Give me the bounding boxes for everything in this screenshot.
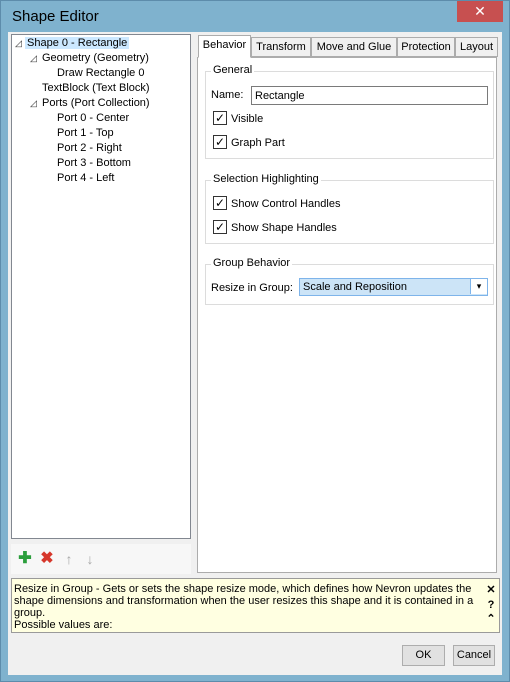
help-text: Resize in Group - Gets or sets the shape… xyxy=(14,583,476,631)
tree-node-draw-rectangle[interactable]: Draw Rectangle 0 xyxy=(55,67,146,80)
tab-move-and-glue[interactable]: Move and Glue xyxy=(311,37,397,57)
tree-node-label: TextBlock (Text Block) xyxy=(42,82,150,94)
move-down-icon[interactable]: ↓ xyxy=(81,550,99,568)
tree-node-shape[interactable]: ◿ Shape 0 - Rectangle xyxy=(15,37,130,50)
graph-part-label: Graph Part xyxy=(231,137,285,149)
tab-layout[interactable]: Layout xyxy=(455,37,498,57)
tab-behavior[interactable]: Behavior xyxy=(198,35,251,58)
show-control-handles-label: Show Control Handles xyxy=(231,198,341,210)
tree-node-port-0[interactable]: Port 0 - Center xyxy=(55,112,131,125)
add-icon[interactable]: ✚ xyxy=(16,550,34,568)
move-up-icon[interactable]: ↑ xyxy=(60,550,78,568)
general-group: General Name: ✓ Visible ✓ Graph Part xyxy=(205,64,494,159)
tree-node-textblock[interactable]: TextBlock (Text Block) xyxy=(40,82,152,95)
visible-label: Visible xyxy=(231,113,264,125)
graph-part-checkbox[interactable]: ✓ xyxy=(213,135,227,149)
resize-in-group-value: Scale and Reposition xyxy=(303,281,407,293)
name-label: Name: xyxy=(211,89,244,101)
shape-tree[interactable]: ◿ Shape 0 - Rectangle ◿ Geometry (Geometry… xyxy=(11,34,191,539)
selection-group-title: Selection Highlighting xyxy=(211,173,321,185)
tree-node-label: Port 1 - Top xyxy=(57,127,114,139)
tree-node-ports[interactable]: ◿ Ports (Port Collection) xyxy=(30,97,152,110)
cancel-button[interactable]: Cancel xyxy=(453,645,495,666)
delete-icon[interactable]: ✖ xyxy=(38,550,56,568)
name-input[interactable] xyxy=(251,86,488,105)
help-possible-values: Possible values are: xyxy=(14,619,113,631)
tree-node-label: Ports (Port Collection) xyxy=(42,97,150,109)
close-icon[interactable]: ✕ xyxy=(485,584,497,596)
group-behavior-group: Group Behavior Resize in Group: Scale an… xyxy=(205,257,494,305)
selection-highlighting-group: Selection Highlighting ✓ Show Control Ha… xyxy=(205,173,494,244)
tree-node-label: Port 0 - Center xyxy=(57,112,130,124)
title-bar[interactable]: Shape Editor ✕ xyxy=(1,1,509,32)
tree-node-geometry[interactable]: ◿ Geometry (Geometry) xyxy=(30,52,151,65)
expand-icon[interactable]: ◿ xyxy=(30,52,40,65)
group-behavior-title: Group Behavior xyxy=(211,257,293,269)
shape-editor-window: Shape Editor ✕ ◿ Shape 0 - Rectangle ◿ Geo… xyxy=(0,0,510,682)
tree-node-label: Draw Rectangle 0 xyxy=(57,67,145,79)
tree-toolbar: ✚ ✖ ↑ ↓ xyxy=(11,544,191,574)
window-title: Shape Editor xyxy=(12,8,99,25)
tab-transform[interactable]: Transform xyxy=(251,37,311,57)
chevron-down-icon[interactable]: ▾ xyxy=(470,279,487,294)
help-panel: Resize in Group - Gets or sets the shape… xyxy=(11,578,500,633)
tree-node-port-3[interactable]: Port 3 - Bottom xyxy=(55,157,133,170)
tree-node-label: Geometry (Geometry) xyxy=(42,52,149,64)
expand-icon[interactable]: ◿ xyxy=(30,97,40,110)
expand-icon[interactable]: ◿ xyxy=(15,37,25,50)
tree-node-label: Shape 0 - Rectangle xyxy=(25,37,130,49)
help-description: Resize in Group - Gets or sets the shape… xyxy=(14,583,474,619)
resize-in-group-label: Resize in Group: xyxy=(211,282,293,294)
question-icon[interactable]: ? xyxy=(485,599,497,611)
general-group-title: General xyxy=(211,64,255,76)
tree-node-port-1[interactable]: Port 1 - Top xyxy=(55,127,116,140)
tab-protection[interactable]: Protection xyxy=(397,37,455,57)
ok-button[interactable]: OK xyxy=(402,645,445,666)
tree-node-label: Port 3 - Bottom xyxy=(57,157,131,169)
show-control-handles-checkbox[interactable]: ✓ xyxy=(213,196,227,210)
behavior-tab-panel: General Name: ✓ Visible ✓ Graph Part Sel… xyxy=(197,57,497,573)
resize-in-group-select[interactable]: Scale and Reposition ▾ xyxy=(299,278,488,296)
tree-node-label: Port 4 - Left xyxy=(57,172,115,184)
collapse-icon[interactable]: ⌃ xyxy=(485,613,497,625)
visible-checkbox[interactable]: ✓ xyxy=(213,111,227,125)
show-shape-handles-checkbox[interactable]: ✓ xyxy=(213,220,227,234)
show-shape-handles-label: Show Shape Handles xyxy=(231,222,337,234)
dialog-client-area: ◿ Shape 0 - Rectangle ◿ Geometry (Geometry… xyxy=(8,32,502,675)
tree-node-port-2[interactable]: Port 2 - Right xyxy=(55,142,124,155)
tree-node-label: Port 2 - Right xyxy=(57,142,122,154)
tree-node-port-4[interactable]: Port 4 - Left xyxy=(55,172,116,185)
close-window-button[interactable]: ✕ xyxy=(457,1,503,22)
